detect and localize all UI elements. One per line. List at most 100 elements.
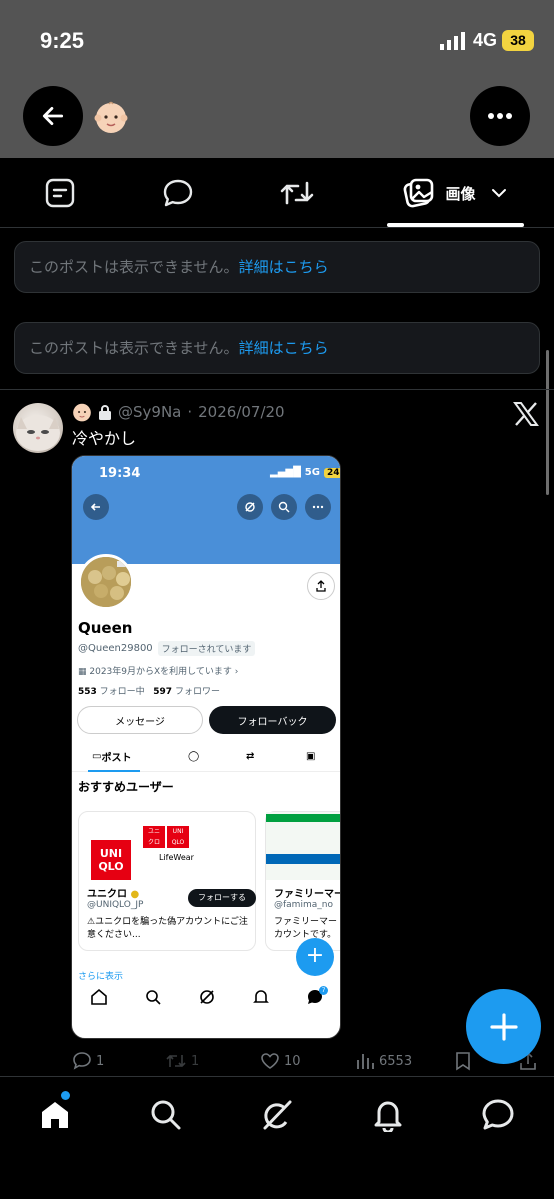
image-profile-photo	[78, 554, 134, 610]
image-profile-handle: @Queen29800	[78, 643, 153, 654]
profile-tabs: 画像	[0, 158, 554, 228]
search-icon	[151, 1100, 181, 1130]
status-time: 9:25	[40, 28, 85, 53]
view-count: 6553	[379, 1053, 413, 1069]
ellipsis-icon	[488, 113, 512, 119]
x-logo-icon	[513, 402, 539, 426]
post-image[interactable]: 19:34 ▂▄▆█ 5G 24 Queen @Queen29800 フォローさ…	[71, 455, 341, 1039]
reply-button[interactable]: 1	[72, 1047, 104, 1075]
nav-grok[interactable]	[257, 1095, 297, 1135]
card-name: ユニクロ ●	[87, 885, 139, 900]
grok-icon	[263, 1100, 292, 1130]
media-icon	[404, 178, 434, 208]
image-profile-name: Queen	[78, 619, 133, 637]
image-chat-badge: 7	[319, 986, 328, 995]
image-status-icons: ▂▄▆█ 5G 24	[270, 467, 340, 478]
tab-media[interactable]: 画像	[387, 158, 524, 228]
image-battery: 24	[323, 467, 340, 478]
image-repost-icon: ⇄	[246, 750, 255, 762]
image-signal-icon: ▂▄▆█	[270, 467, 301, 478]
image-user-card: UNI QLO ユニ クロ UNI QLO LifeWear ユニクロ ● @UNIQ…	[78, 811, 256, 951]
tab-posts[interactable]	[20, 158, 100, 228]
repost-icon	[280, 181, 314, 205]
image-tab-posts: ▭ ポスト	[92, 742, 131, 770]
signal-icon	[440, 32, 465, 50]
notice-details-link[interactable]: 詳細はこちら	[239, 339, 329, 357]
chevron-down-icon	[491, 189, 506, 198]
tab-replies[interactable]	[138, 158, 218, 228]
image-search-icon	[271, 494, 297, 520]
image-message-button: メッセージ	[77, 706, 203, 734]
arrow-left-icon	[42, 107, 64, 125]
tab-media-label: 画像	[445, 184, 476, 203]
notice-details-link[interactable]: 詳細はこちら	[239, 258, 329, 276]
notice-text: このポストは表示できません。	[29, 339, 239, 357]
image-reply-icon: ◯	[188, 750, 200, 762]
image-home-icon	[91, 988, 107, 1005]
familymart-logo	[266, 812, 340, 880]
unavailable-post-notice: このポストは表示できません。詳細はこちら	[14, 241, 540, 293]
image-following-label: フォロー中	[99, 687, 145, 697]
uniqlo-logo-small: ユニ クロ UNI QLO	[143, 826, 199, 850]
image-tab-indicator	[88, 770, 140, 772]
tab-reposts[interactable]	[257, 158, 337, 228]
image-post-icon: ▭	[92, 750, 102, 762]
network-label: 4G	[473, 30, 498, 50]
card-follow-button: フォローする	[188, 889, 256, 907]
card-name-text: ユニクロ	[87, 889, 127, 900]
lock-icon	[99, 405, 111, 420]
baby-face-icon	[73, 403, 91, 422]
battery-icon: 38	[502, 30, 534, 51]
post-date[interactable]: 2026/07/20	[198, 403, 284, 421]
nav-home[interactable]	[35, 1095, 75, 1135]
reply-icon	[163, 179, 193, 207]
avatar[interactable]	[13, 403, 63, 453]
scrollbar[interactable]	[546, 350, 549, 495]
home-notification-dot	[61, 1091, 70, 1100]
reply-count: 1	[96, 1053, 105, 1069]
cat-avatar-image	[16, 415, 60, 451]
back-button[interactable]	[23, 86, 83, 146]
image-profile-tabs: ▭ ポスト ◯ ⇄ ▣	[72, 742, 340, 772]
image-bell-icon	[253, 990, 269, 1003]
divider	[0, 389, 554, 390]
image-share-icon	[307, 572, 335, 600]
post-meta: @Sy9Na · 2026/07/20	[72, 402, 285, 422]
status-bar: 9:25 4G 38	[0, 0, 554, 80]
repost-count: 1	[191, 1053, 200, 1069]
image-grok-icon	[237, 494, 263, 520]
more-options-button[interactable]	[470, 86, 530, 146]
nav-messages[interactable]	[478, 1095, 518, 1135]
like-button[interactable]: 10	[260, 1047, 301, 1075]
bookmark-button[interactable]	[454, 1047, 472, 1075]
repost-icon	[166, 1054, 186, 1068]
image-network: 5G	[304, 467, 320, 478]
image-user-card: ファミリーマー @famima_no ファミリーマーカウントです。	[265, 811, 340, 951]
image-recommend-title: おすすめユーザー	[78, 780, 174, 794]
repost-button[interactable]: 1	[165, 1047, 199, 1075]
post-text: 冷やかし	[72, 429, 137, 448]
nav-search[interactable]	[146, 1095, 186, 1135]
lifewear-label: LifeWear	[159, 853, 194, 862]
image-joined-text: 2023年9月からXを利用しています	[89, 667, 232, 677]
card-handle: @famima_no	[274, 900, 333, 910]
image-profile-handle-row: @Queen29800 フォローされています	[78, 641, 256, 656]
chevron-right-icon: ›	[231, 667, 239, 677]
post-actions: 1 1 10 6553	[0, 1047, 554, 1075]
image-compose-icon: +	[296, 938, 334, 976]
post-icon	[45, 178, 75, 208]
views-button[interactable]: 6553	[355, 1047, 412, 1075]
nav-notifications[interactable]	[368, 1095, 408, 1135]
calendar-icon: ▦	[78, 667, 90, 677]
image-followers-label: フォロワー	[174, 687, 220, 697]
plus-icon	[489, 1012, 518, 1041]
card-description: ⚠ユニクロを騙った偽アカウントにご注意ください...	[87, 917, 248, 940]
image-show-more: さらに表示	[78, 972, 124, 982]
image-bottom-nav: 7	[72, 984, 340, 1014]
post-handle[interactable]: @Sy9Na	[118, 403, 181, 421]
bottom-nav	[0, 1076, 554, 1199]
bell-icon	[374, 1101, 402, 1132]
compose-button[interactable]	[466, 989, 541, 1064]
uniqlo-logo: UNI QLO	[91, 840, 131, 880]
home-icon	[42, 1102, 68, 1128]
